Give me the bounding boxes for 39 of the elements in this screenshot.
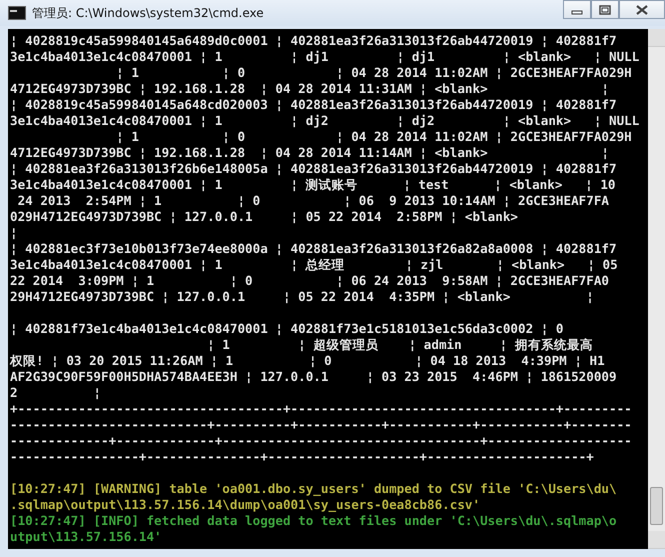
console-line: ¦ [10, 225, 19, 241]
console-line: 3e1c4ba4013e1c4c08470001 ¦ 1 ¦ 测试账号 ¦ test ¦ <blank> ¦ 10 [10, 177, 616, 193]
console-line: utput\113.57.156.14' [10, 529, 163, 545]
console-line: .sqlmap\output\113.57.156.14\dump\oa001\sy_users-0ea8cb86.csv' [10, 497, 482, 513]
console-line: +-----------------------------------+-----------------------------------+--------- [10, 401, 633, 417]
console-line: 3e1c4ba4013e1c4c08470001 ¦ 1 ¦ 总经理 ¦ zjl ¦ <blank> ¦ 05 [10, 257, 619, 273]
console-line: 4712EG4973D739BC ¦ 192.168.1.28 ¦ 04 28 2014 11:14AM ¦ <blank> ¦ [10, 145, 610, 161]
console-line: ¦ 4028819c45a599840145a648cd020003 ¦ 402881ea3f26a313013f26ab44720019 ¦ 402881f7 [10, 97, 618, 113]
console-line: ¦ 1 ¦ 0 ¦ 04 28 2014 11:02AM ¦ 2GCE3HEAF7FA029H [115, 65, 633, 81]
console-line: 3e1c4ba4013e1c4c08470001 ¦ 1 ¦ dj1 ¦ dj1 ¦ <blank> ¦ NULL [10, 49, 640, 65]
scroll-thumb[interactable] [650, 487, 663, 525]
console-line: 4712EG4973D739BC ¦ 192.168.1.28 ¦ 04 28 2014 11:31AM ¦ <blank> ¦ [10, 81, 610, 97]
close-button[interactable] [619, 0, 665, 19]
console-line: -----------------+---------------+--------------------+---------------------+ [10, 449, 595, 465]
console-line: 权限! ¦ 03 20 2015 11:26AM ¦ 1 ¦ 0 ¦ 04 18 2013 4:39PM ¦ H1 [10, 353, 606, 369]
terminal-icon [8, 6, 26, 20]
maximize-icon [599, 4, 611, 14]
close-icon [636, 4, 648, 14]
console-line: 029H4712EG4973D739BC ¦ 127.0.0.1 ¦ 05 22 2014 2:58PM ¦ <blank> [10, 209, 519, 225]
console-line: [10:27:47] [INFO] fetched data logged to text files under 'C:\Users\du\.sqlmap\o [10, 513, 618, 529]
scrollbar[interactable] [648, 29, 665, 549]
console-line: ¦ 1 ¦ 0 ¦ 04 28 2014 11:02AM ¦ 2GCE3HEAF7FA029H [115, 129, 633, 145]
console-line: 22 2014 3:09PM ¦ 1 ¦ 0 ¦ 06 24 2013 9:58AM ¦ 2GCE3HEAF7FA0 [10, 273, 610, 289]
console-line: [10:27:47] [WARNING] table 'oa001.dbo.sy_users' dumped to CSV file 'C:\Users\du\ [10, 481, 618, 497]
console-line: 2 ¦ [10, 385, 102, 401]
console-line: ¦ 402881ea3f26a313013f26b6e148005a ¦ 402881ea3f26a313013f26ab44720019 ¦ 402881f7 [10, 161, 618, 177]
console-line: --------------------------+----------+-----------+-----------+-----------+-------- [10, 417, 633, 433]
console-line: ¦ 402881ec3f73e10b013f73e74ee8000a ¦ 402881ea3f26a313013f26a82a8a0008 ¦ 402881f7 [10, 241, 618, 257]
window-title: 管理员: C:\Windows\system32\cmd.exe [32, 4, 264, 22]
console-line: 3e1c4ba4013e1c4c08470001 ¦ 1 ¦ dj2 ¦ dj2 ¦ <blank> ¦ NULL [10, 113, 640, 129]
console-line: 24 2013 2:54PM ¦ 1 ¦ 0 ¦ 06 9 2013 10:14AM ¦ 2GCE3HEAF7FA [16, 193, 610, 209]
console-line: ¦ 4028819c45a599840145a6489d0c0001 ¦ 402881ea3f26a313013f26ab44720019 ¦ 402881f7 [10, 33, 618, 49]
console-line: AF2G39C90F59F00H5DHA574BA4EE3H ¦ 127.0.0.1 ¦ 03 23 2015 4:46PM ¦ 1861520009 [10, 369, 618, 385]
console-line: -------------+-------------+----------------------------------+------------------- [10, 433, 633, 449]
console-line: ¦ 1 ¦ 超级管理员 ¦ admin ¦ 拥有系统最高 [206, 337, 594, 353]
console-line: 29H4712EG4973D739BC ¦ 127.0.0.1 ¦ 05 22 2014 4:35PM ¦ <blank> ¦ [10, 289, 595, 305]
maximize-button[interactable] [591, 0, 619, 19]
console-line: ¦ 402881f73e1c4ba4013e1c4c08470001 ¦ 402881f73e1c5181013e1c56da3c0002 ¦ 0 [10, 321, 564, 337]
minimize-button[interactable] [563, 0, 591, 19]
